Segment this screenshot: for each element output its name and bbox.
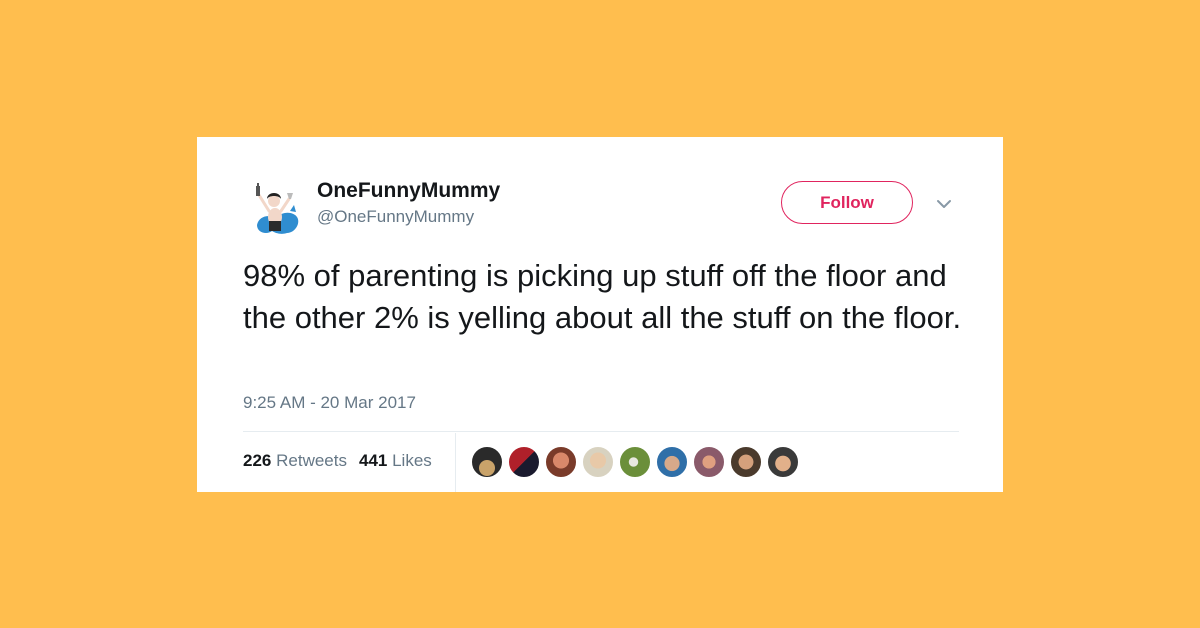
- likes-label: Likes: [392, 451, 432, 470]
- liker-avatar[interactable]: [693, 446, 725, 478]
- liker-avatar[interactable]: [508, 446, 540, 478]
- tweet-stats: 226 Retweets 441 Likes: [243, 451, 432, 471]
- divider: [243, 431, 959, 432]
- liker-avatar[interactable]: [582, 446, 614, 478]
- display-name[interactable]: OneFunnyMummy: [317, 179, 500, 203]
- profile-avatar-illustration: [256, 183, 299, 234]
- retweets-stat[interactable]: 226 Retweets: [243, 451, 347, 470]
- user-handle[interactable]: @OneFunnyMummy: [317, 207, 474, 227]
- likes-count: 441: [358, 451, 388, 470]
- tweet-text: 98% of parenting is picking up stuff off…: [243, 258, 962, 335]
- liker-avatar[interactable]: [619, 446, 651, 478]
- liker-avatar[interactable]: [730, 446, 762, 478]
- follow-button[interactable]: Follow: [781, 181, 913, 224]
- retweets-count: 226: [243, 451, 272, 470]
- tweet-timestamp[interactable]: 9:25 AM - 20 Mar 2017: [243, 393, 416, 413]
- chevron-down-icon[interactable]: [935, 197, 953, 209]
- liker-avatar[interactable]: [767, 446, 799, 478]
- profile-avatar[interactable]: [245, 181, 305, 241]
- likes-stat[interactable]: 441 Likes: [359, 451, 432, 470]
- liker-avatar[interactable]: [656, 446, 688, 478]
- liker-avatar[interactable]: [471, 446, 503, 478]
- liker-avatar[interactable]: [545, 446, 577, 478]
- tweet-card: OneFunnyMummy @OneFunnyMummy Follow 98% …: [197, 137, 1003, 492]
- retweets-label: Retweets: [276, 451, 347, 470]
- stats-separator: [455, 433, 456, 492]
